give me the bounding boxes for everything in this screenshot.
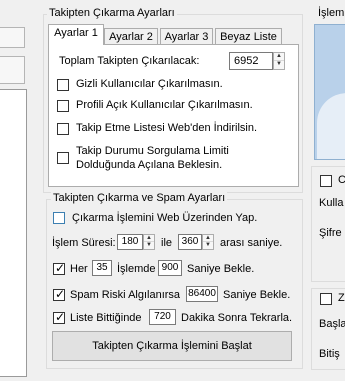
spin-up-icon[interactable]: ▲ [203, 235, 213, 242]
list-end-checkbox[interactable]: ✓ [53, 310, 66, 324]
left-panel-list[interactable] [0, 89, 27, 377]
duration-min-input[interactable]: 180 [117, 234, 143, 250]
hidden-users-checkbox[interactable] [57, 79, 69, 91]
list-end-prefix-label: Liste Bittiğinde [70, 312, 142, 324]
right-panel-password-label: Şifre [319, 227, 342, 239]
left-panel-middle-box [0, 56, 25, 84]
query-limit-checkbox[interactable] [57, 152, 69, 164]
checkmark-icon: ✓ [54, 310, 66, 324]
query-limit-label-line2: Dolduğunda Açılana Beklesin. [76, 159, 223, 171]
right-panel-username-label: Kulla [319, 197, 344, 209]
every-n-checkbox[interactable]: ✓ [53, 261, 66, 275]
every-prefix-label: Her [70, 263, 88, 275]
list-end-suffix-label: Dakika Sonra Tekrarla. [181, 312, 293, 324]
spam-risk-suffix-label: Saniye Bekle. [223, 289, 291, 301]
duration-min-spinner[interactable]: ▲ ▼ [143, 234, 155, 250]
tab-ayarlar-1[interactable]: Ayarlar 1 [48, 24, 104, 45]
left-panel-top-box [0, 27, 25, 48]
spam-risk-seconds-input[interactable]: 86400 [186, 286, 218, 302]
checkmark-icon: ✓ [54, 261, 66, 275]
start-unfollow-button[interactable]: Takipten Çıkarma İşlemini Başlat [52, 331, 292, 361]
total-unfollow-label: Toplam Takipten Çıkarılacak: [59, 55, 200, 67]
right-panel-checkbox-1-label: C [338, 174, 345, 186]
public-profile-label: Profili Açık Kullanıcılar Çıkarılmasın. [76, 99, 253, 111]
right-panel-checkbox-2[interactable] [320, 293, 332, 305]
spin-down-icon[interactable]: ▼ [144, 242, 154, 249]
public-profile-checkbox[interactable] [57, 100, 69, 112]
spin-up-icon[interactable]: ▲ [274, 53, 284, 61]
every-seconds-input[interactable]: 900 [158, 260, 182, 276]
total-unfollow-spinner[interactable]: ▲ ▼ [273, 52, 285, 70]
download-following-checkbox[interactable] [57, 123, 69, 135]
spin-up-icon[interactable]: ▲ [144, 235, 154, 242]
duration-between-label: ile [161, 237, 173, 249]
web-unfollow-checkbox[interactable] [53, 212, 65, 224]
download-following-label: Takip Etme Listesi Web'den İndirilsin. [76, 122, 258, 134]
spam-risk-checkbox[interactable]: ✓ [53, 287, 66, 301]
duration-suffix-label: arası saniye. [220, 237, 283, 249]
right-panel-checkbox-2-label: Z [338, 292, 345, 304]
spin-down-icon[interactable]: ▼ [274, 61, 284, 69]
right-panel-picture [314, 24, 345, 160]
total-unfollow-input[interactable]: 6952 [229, 52, 273, 70]
hidden-users-label: Gizli Kullanıcılar Çıkarılmasın. [76, 78, 223, 90]
unfollow-settings-title: Takipten Çıkarma Ayarları [47, 7, 177, 19]
duration-max-input[interactable]: 360 [178, 234, 202, 250]
right-panel-checkbox-1[interactable] [320, 175, 332, 187]
web-unfollow-label: Çıkarma İşlemini Web Üzerinden Yap. [72, 212, 258, 224]
duration-max-spinner[interactable]: ▲ ▼ [202, 234, 214, 250]
spin-down-icon[interactable]: ▼ [203, 242, 213, 249]
spam-risk-prefix-label: Spam Riski Algılanırsa [70, 289, 181, 301]
right-panel-title: İşlem [318, 7, 345, 19]
every-suffix-label: Saniye Bekle. [187, 263, 255, 275]
duration-label: İşlem Süresi: [52, 237, 116, 249]
spam-settings-title: Takipten Çıkarma ve Spam Ayarları [51, 192, 228, 204]
list-end-minutes-input[interactable]: 720 [149, 309, 176, 325]
query-limit-label-line1: Takip Durumu Sorgulama Limiti [76, 145, 229, 157]
every-count-input[interactable]: 35 [92, 260, 112, 276]
checkmark-icon: ✓ [54, 287, 66, 301]
every-middle-label: İşlemde [117, 263, 156, 275]
right-panel-end-label: Bitiş [319, 348, 340, 360]
right-panel-start-label: Başla [319, 318, 345, 330]
